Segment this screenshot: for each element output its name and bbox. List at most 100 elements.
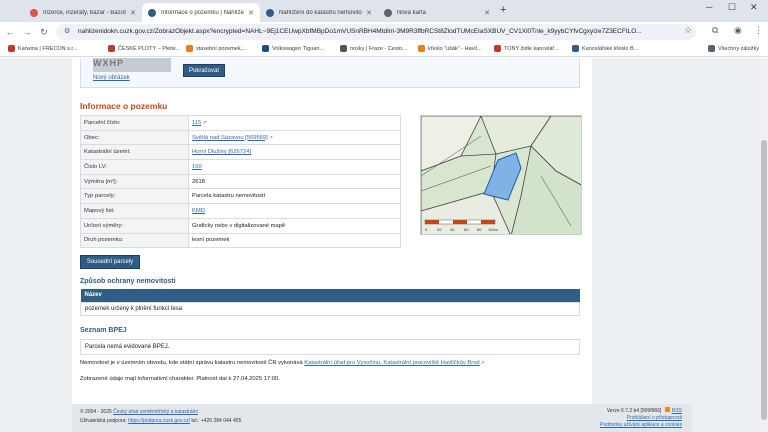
bookmark-item[interactable]: Karwina | FRECON s.r... (8, 45, 78, 52)
page-viewport: WXHP Nový obrázek Pokračovat Informace o… (0, 58, 768, 432)
extensions-icon[interactable]: ⧉ (712, 25, 718, 36)
external-link-icon[interactable]: ↗ (202, 120, 206, 126)
parcel-info-table: Parcelní číslo: 115↗ Obec: Světlá nad Sá… (80, 115, 401, 249)
tab-title: Informace o pozemku | Nahlížení (161, 9, 245, 16)
neighbor-parcels-button[interactable]: Sousední parcely (80, 255, 140, 269)
cuzk-favicon-icon (266, 8, 274, 17)
cadastral-area-link[interactable]: Horní Dlužiny [626724] (192, 149, 251, 155)
info-note: Zobrazené údaje mají informativní charak… (80, 376, 280, 382)
bookmark-item[interactable]: Kancelářské křeslo B... (572, 45, 638, 52)
version-text: Verze 6.7.2 b4 [909f966] (606, 408, 662, 414)
bookmark-favicon-icon (186, 45, 193, 52)
tab-title: Nahlížení do katastru nemovitostí (279, 9, 363, 16)
rss-icon[interactable] (664, 407, 670, 412)
rss-link[interactable]: RSS (672, 408, 682, 414)
bookmark-favicon-icon (572, 45, 579, 52)
parcel-heading: Informace o pozemku (80, 101, 168, 111)
row-key: Typ parcely: (80, 188, 189, 205)
table-row: Číslo LV: 160 (80, 159, 401, 175)
row-value: KMD (188, 203, 401, 219)
office-link[interactable]: Katastrální úřad pro Vysočinu, Katastrál… (304, 360, 479, 366)
row-key: Výměra [m²]: (80, 173, 189, 190)
tab-nova-karta[interactable]: Nová karta ✕ (378, 3, 496, 22)
row-key: Určení výměry: (80, 217, 189, 234)
scale-label: 60 (464, 227, 469, 232)
scrollbar-thumb[interactable] (761, 140, 767, 420)
row-key: Druh pozemku: (80, 232, 189, 249)
bookmark-favicon-icon (8, 45, 15, 52)
footer-right: Verze 6.7.2 b4 [909f966] RSS (607, 407, 682, 414)
scale-label: 80 (477, 227, 482, 232)
table-row: Typ parcely: Parcela katastru nemovitost… (80, 188, 401, 205)
forward-icon[interactable]: → (20, 27, 34, 37)
new-image-link[interactable]: Nový obrázek (93, 75, 130, 81)
bookmark-star-icon[interactable]: ☆ (684, 25, 692, 36)
continue-button[interactable]: Pokračovat (183, 64, 225, 77)
folder-icon (708, 45, 715, 52)
close-tab-icon[interactable]: ✕ (484, 9, 490, 17)
tab-title: Inzerce, inzeráty, bazar - Bazoš (43, 9, 127, 16)
close-window-icon[interactable]: ✕ (750, 2, 758, 13)
tab-nahlizeni[interactable]: Nahlížení do katastru nemovitostí ✕ (260, 3, 378, 22)
accessibility-link[interactable]: Prohlášení o přístupnosti (627, 415, 682, 421)
table-row: Mapový list: KMD (80, 203, 401, 219)
scrollbar[interactable] (760, 58, 768, 432)
bookmark-item[interactable]: TONY židle kancelář... (494, 45, 559, 52)
bookmark-item[interactable]: nosky | Fraze - Cesto... (340, 45, 407, 52)
parcel-map[interactable]: 0 20 40 60 80 100m (420, 115, 582, 235)
close-tab-icon[interactable]: ✕ (130, 9, 136, 17)
maximize-icon[interactable]: ☐ (728, 2, 736, 13)
tab-informace-o-pozemku[interactable]: Informace o pozemku | Nahlížení ✕ (142, 3, 260, 22)
footer-left: © 2004 - 2025 Český úřad zeměměřický a k… (80, 409, 198, 415)
protection-table: Název pozemek určený k plnění funkcí les… (80, 289, 580, 316)
column-header: Název (80, 289, 580, 302)
bazos-favicon-icon (30, 8, 38, 17)
cuzk-favicon-icon (148, 8, 156, 17)
table-row: Výměra [m²]: 2618 (80, 173, 401, 190)
row-value: Graficky nebo v digitalizované mapě (188, 217, 401, 234)
browser-toolbar: ← → ↻ ⚙ nahlizenidokn.cuzk.gov.cz/Zobraz… (0, 22, 768, 42)
back-icon[interactable]: ← (3, 27, 17, 37)
address-bar[interactable]: ⚙ nahlizenidokn.cuzk.gov.cz/ZobrazObjekt… (56, 24, 696, 40)
url-text: nahlizenidokn.cuzk.gov.cz/ZobrazObjekt.a… (78, 28, 642, 35)
lv-number-link[interactable]: 160 (192, 164, 202, 170)
all-bookmarks[interactable]: Všechny záložky (708, 45, 759, 52)
bpej-heading: Seznam BPEJ (80, 327, 127, 334)
external-link-icon[interactable]: ↗ (269, 135, 273, 141)
scale-label: 100m (488, 227, 499, 232)
support-link[interactable]: https://podpora.cuzk.gov.cz/ (128, 418, 190, 424)
tab-bazos[interactable]: Inzerce, inzeráty, bazar - Bazoš ✕ (24, 3, 142, 22)
profile-icon[interactable]: ◉ (734, 25, 742, 36)
new-tab-button[interactable]: + (500, 4, 506, 16)
scale-label: 40 (450, 227, 455, 232)
external-link-icon[interactable]: ↗ (481, 360, 485, 366)
row-value: Horní Dlužiny [626724] (188, 144, 401, 161)
close-tab-icon[interactable]: ✕ (248, 9, 254, 17)
minimize-icon[interactable]: ─ (706, 2, 712, 12)
bookmark-item[interactable]: ČESKÉ PLOTY – Pletiv... (108, 45, 180, 52)
bookmark-item[interactable]: stavební pozemek,... (186, 45, 247, 52)
bookmark-item[interactable]: křeslo "ušák" - Havlí... (418, 45, 482, 52)
main-content: WXHP Nový obrázek Pokračovat Informace o… (72, 58, 592, 404)
close-tab-icon[interactable]: ✕ (366, 9, 372, 17)
parcel-number-link[interactable]: 115 (192, 120, 201, 126)
bookmark-favicon-icon (418, 45, 425, 52)
bookmark-favicon-icon (494, 45, 501, 52)
table-row: Určení výměry: Graficky nebo v digitaliz… (80, 217, 401, 234)
row-key: Mapový list: (80, 203, 189, 219)
reload-icon[interactable]: ↻ (37, 27, 51, 38)
site-info-icon[interactable]: ⚙ (64, 24, 70, 40)
bookmark-item[interactable]: Volkswagen Tiguan... (262, 45, 324, 52)
map-sheet-link[interactable]: KMD (192, 208, 205, 214)
table-row: Katastrální území: Horní Dlužiny [626724… (80, 144, 401, 161)
menu-icon[interactable]: ⋮ (754, 25, 763, 36)
privacy-link[interactable]: Podmínky užívání aplikace a cookies (600, 422, 682, 428)
table-row: Druh pozemku: lesní pozemek (80, 232, 401, 249)
table-row: pozemek určený k plnění funkcí lesa (80, 301, 580, 316)
row-value: 2618 (188, 173, 401, 190)
row-value: 115↗ (188, 115, 401, 131)
municipality-link[interactable]: Světlá nad Sázavou [569569] (192, 135, 268, 141)
scale-label: 20 (437, 227, 442, 232)
cuzk-link[interactable]: Český úřad zeměměřický a katastrální (113, 409, 198, 415)
bookmark-favicon-icon (108, 45, 115, 52)
